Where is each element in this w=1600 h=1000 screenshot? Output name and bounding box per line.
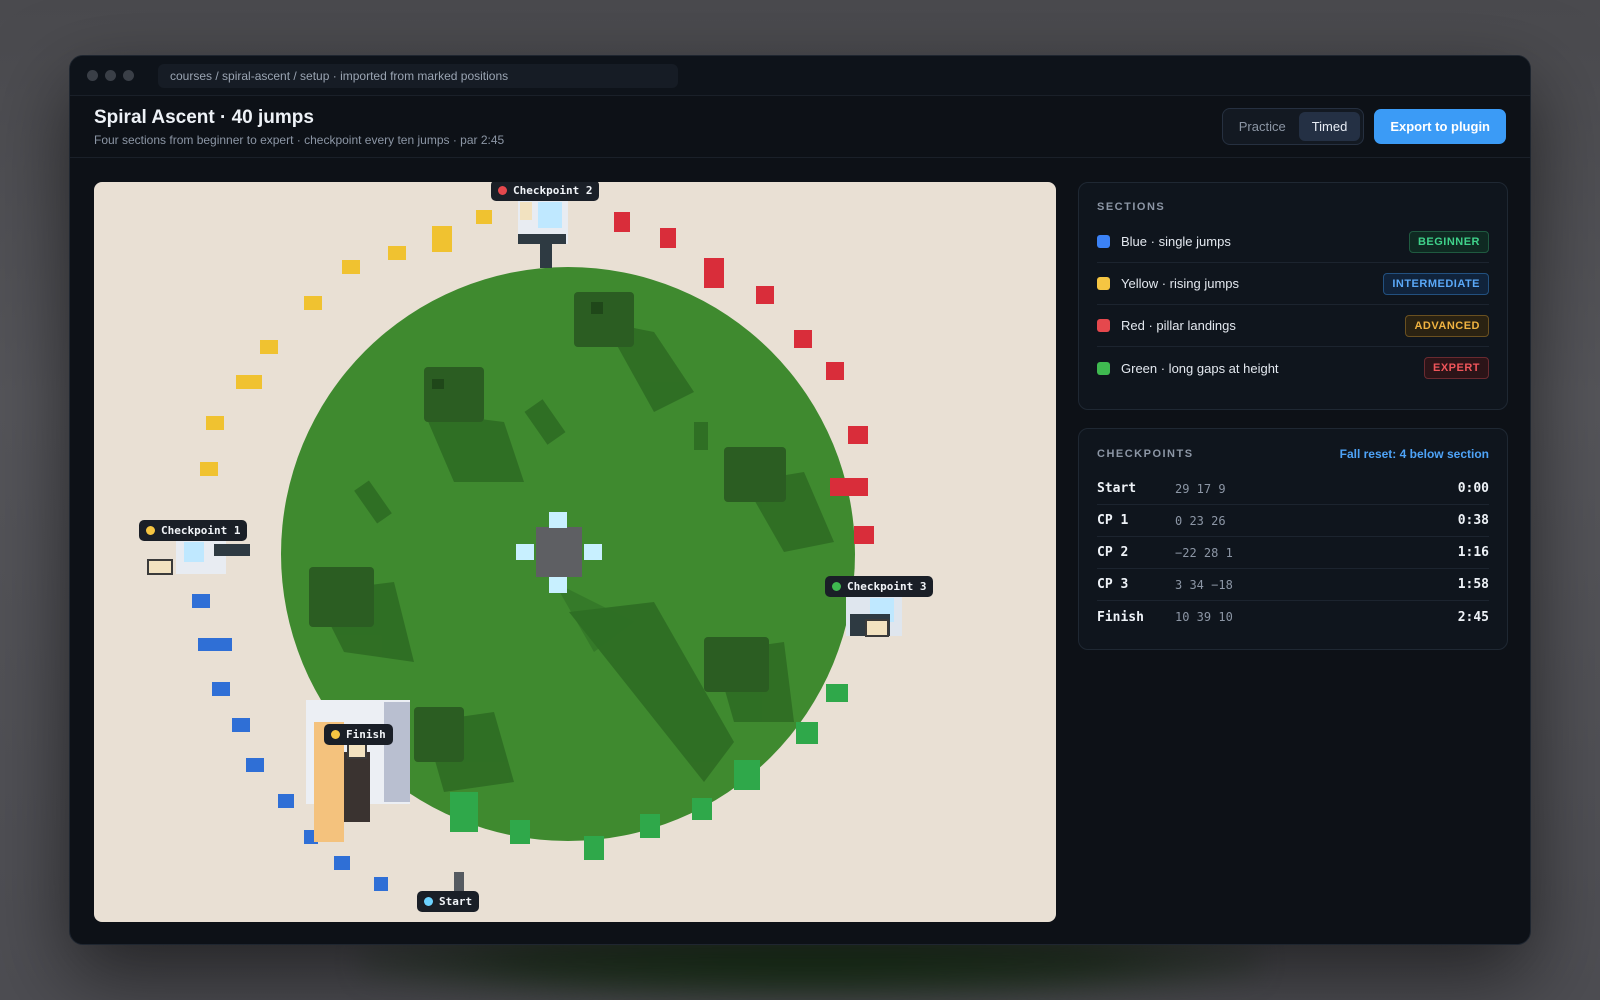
mode-timed-button[interactable]: Timed [1298, 112, 1361, 141]
sections-title: SECTIONS [1097, 201, 1166, 213]
checkpoint-time: 0:38 [1457, 513, 1489, 528]
checkpoint-coords: 10 39 10 [1175, 610, 1233, 624]
section-row-blue-left: Blue · single jumps [1097, 234, 1231, 249]
checkpoints-panel: CHECKPOINTS Fall reset: 4 below section … [1078, 428, 1508, 650]
finish-label: Finish [346, 728, 386, 741]
title-bar: courses / spiral-ascent / setup · import… [70, 56, 1530, 96]
section-label: Blue · single jumps [1121, 234, 1231, 249]
page-header: Spiral Ascent · 40 jumps Four sections f… [70, 96, 1530, 158]
page-title: Spiral Ascent · 40 jumps [94, 106, 314, 128]
header-text: Spiral Ascent · 40 jumps Four sections f… [94, 107, 504, 147]
checkpoint-2-structure [518, 200, 568, 268]
checkpoint-3-structure [846, 596, 902, 637]
checkpoint-row-finish[interactable]: Finish 10 39 10 2:45 [1097, 601, 1489, 633]
checkpoint-2-dot [498, 186, 507, 195]
section-label: Red · pillar landings [1121, 318, 1236, 333]
red-swatch [1097, 319, 1110, 332]
window-close-dot[interactable] [87, 70, 98, 81]
intermediate-badge: INTERMEDIATE [1383, 272, 1489, 295]
checkpoint-name: CP 1 [1097, 513, 1129, 528]
section-row-green-left: Green · long gaps at height [1097, 361, 1279, 376]
sections-panel: SECTIONS Blue · single jumps BEGINNER Ye… [1078, 182, 1508, 410]
checkpoint-name: CP 2 [1097, 545, 1129, 560]
checkpoint-time: 1:16 [1457, 545, 1489, 560]
start-marker[interactable]: Start [417, 891, 480, 912]
start-label: Start [439, 895, 473, 908]
app-window: courses / spiral-ascent / setup · import… [69, 55, 1531, 945]
checkpoint-1-dot [146, 526, 155, 535]
checkpoint-1-label: Checkpoint 1 [161, 524, 241, 537]
expert-badge: EXPERT [1423, 357, 1489, 379]
checkpoint-time: 1:58 [1457, 577, 1489, 592]
yellow-swatch [1097, 277, 1110, 290]
section-row-red[interactable]: Red · pillar landings ADVANCED [1097, 305, 1489, 347]
finish-structure [306, 700, 410, 842]
section-row-yellow-left: Yellow · rising jumps [1097, 276, 1239, 291]
header-actions: Practice Timed Export to plugin [1221, 108, 1506, 145]
checkpoint-name: Start [1097, 481, 1137, 496]
page-subtitle: Four sections from beginner to expert · … [94, 132, 505, 147]
checkpoint-coords: 29 17 9 [1175, 481, 1226, 496]
section-row-blue[interactable]: Blue · single jumps BEGINNER [1097, 221, 1489, 263]
checkpoints-title: CHECKPOINTS [1097, 448, 1194, 460]
blue-swatch [1097, 235, 1110, 248]
checkpoint-2-marker[interactable]: Checkpoint 2 [491, 182, 600, 201]
course-map-render [147, 200, 902, 900]
checkpoint-row-cp1[interactable]: CP 1 0 23 26 0:38 [1097, 505, 1489, 537]
mode-toggle: Practice Timed [1221, 108, 1365, 145]
checkpoint-coords: −22 28 1 [1175, 545, 1233, 560]
checkpoint-time: 2:45 [1457, 609, 1489, 625]
checkpoint-3-marker[interactable]: Checkpoint 3 [825, 576, 934, 597]
checkpoint-name: Finish [1097, 609, 1144, 625]
start-dot [424, 897, 433, 906]
course-map[interactable]: Checkpoint 2 Checkpoint 1 Checkpoint 3 F… [94, 182, 1056, 922]
path-bar: courses / spiral-ascent / setup · import… [158, 63, 678, 88]
export-to-plugin-button[interactable]: Export to plugin [1374, 109, 1506, 144]
window-minimize-dot[interactable] [105, 70, 116, 81]
checkpoint-row-cp2[interactable]: CP 2 −22 28 1 1:16 [1097, 537, 1489, 569]
advanced-badge: ADVANCED [1405, 314, 1489, 337]
finish-marker[interactable]: Finish [324, 724, 393, 745]
checkpoint-row-start[interactable]: Start 29 17 9 0:00 [1097, 473, 1489, 505]
checkpoint-3-label: Checkpoint 3 [847, 580, 927, 593]
checkpoints-header: CHECKPOINTS Fall reset: 4 below section [1097, 447, 1489, 461]
section-label: Yellow · rising jumps [1121, 276, 1240, 291]
beginner-badge: BEGINNER [1408, 230, 1489, 253]
section-label: Green · long gaps at height [1121, 360, 1279, 376]
checkpoint-3-dot [832, 582, 841, 591]
checkpoint-coords: 0 23 26 [1175, 513, 1226, 528]
green-swatch [1097, 361, 1110, 375]
checkpoint-1-marker[interactable]: Checkpoint 1 [139, 520, 248, 541]
finish-dot [331, 730, 340, 739]
checkpoint-time: 0:00 [1457, 481, 1489, 496]
section-row-red-left: Red · pillar landings [1097, 318, 1236, 333]
checkpoint-name: CP 3 [1097, 577, 1129, 592]
checkpoint-row-cp3[interactable]: CP 3 3 34 −18 1:58 [1097, 569, 1489, 601]
section-row-yellow[interactable]: Yellow · rising jumps INTERMEDIATE [1097, 263, 1489, 305]
fall-reset-link[interactable]: Fall reset: 4 below section [1340, 447, 1489, 461]
section-row-green[interactable]: Green · long gaps at height EXPERT [1097, 347, 1489, 389]
mode-practice-button[interactable]: Practice [1226, 112, 1299, 141]
window-zoom-dot[interactable] [123, 70, 134, 81]
checkpoint-1-structure [147, 540, 250, 575]
checkpoint-coords: 3 34 −18 [1175, 577, 1233, 592]
checkpoint-2-label: Checkpoint 2 [513, 184, 593, 197]
